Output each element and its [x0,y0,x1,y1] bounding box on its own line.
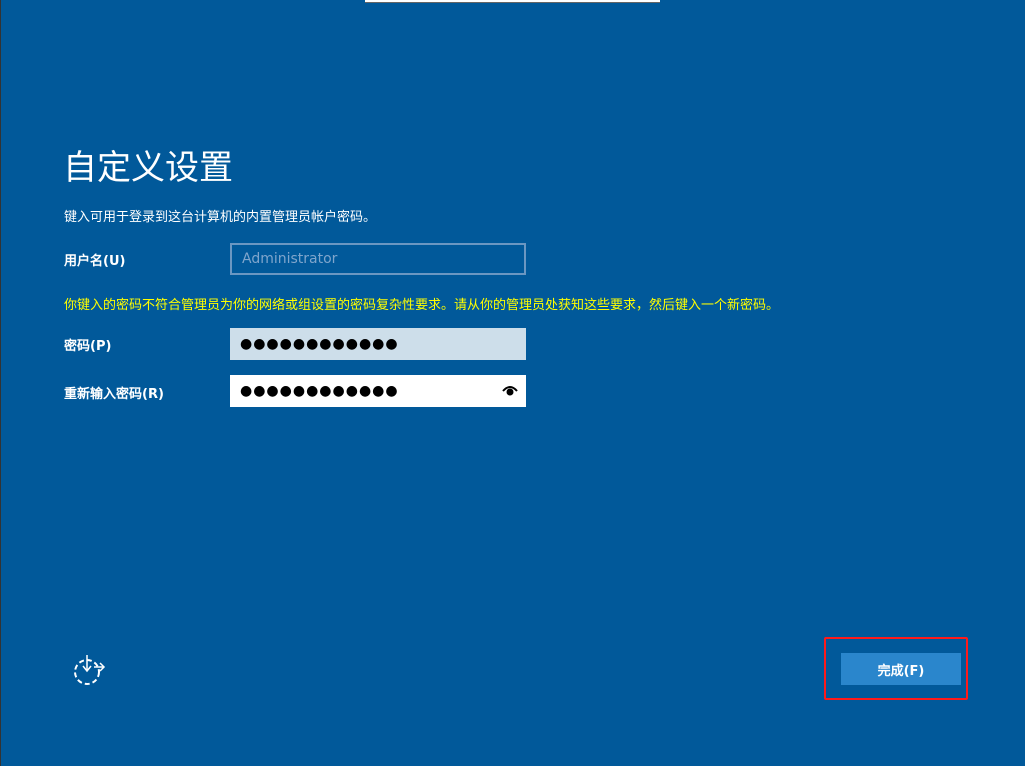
top-window-edge [365,0,660,3]
password-warning: 你键入的密码不符合管理员为你的网络或组设置的密码复杂性要求。请从你的管理员处获知… [64,298,780,313]
left-window-edge [0,0,1,766]
accessibility-icon[interactable] [72,653,106,687]
finish-button[interactable]: 完成(F) [841,653,961,685]
password-label: 密码(P) [64,339,112,354]
username-value: Administrator [242,251,338,267]
confirm-password-value: ●●●●●●●●●●●● [240,383,399,399]
password-field[interactable]: ●●●●●●●●●●●● [230,328,526,360]
confirm-password-label: 重新输入密码(R) [64,387,164,402]
page-title: 自定义设置 [63,148,233,188]
username-label: 用户名(U) [64,254,126,269]
username-field: Administrator [230,243,526,275]
password-value: ●●●●●●●●●●●● [240,336,399,352]
reveal-password-eye-icon[interactable] [502,383,518,397]
confirm-password-field[interactable]: ●●●●●●●●●●●● [230,375,526,407]
description: 键入可用于登录到这台计算机的内置管理员帐户密码。 [64,210,377,225]
